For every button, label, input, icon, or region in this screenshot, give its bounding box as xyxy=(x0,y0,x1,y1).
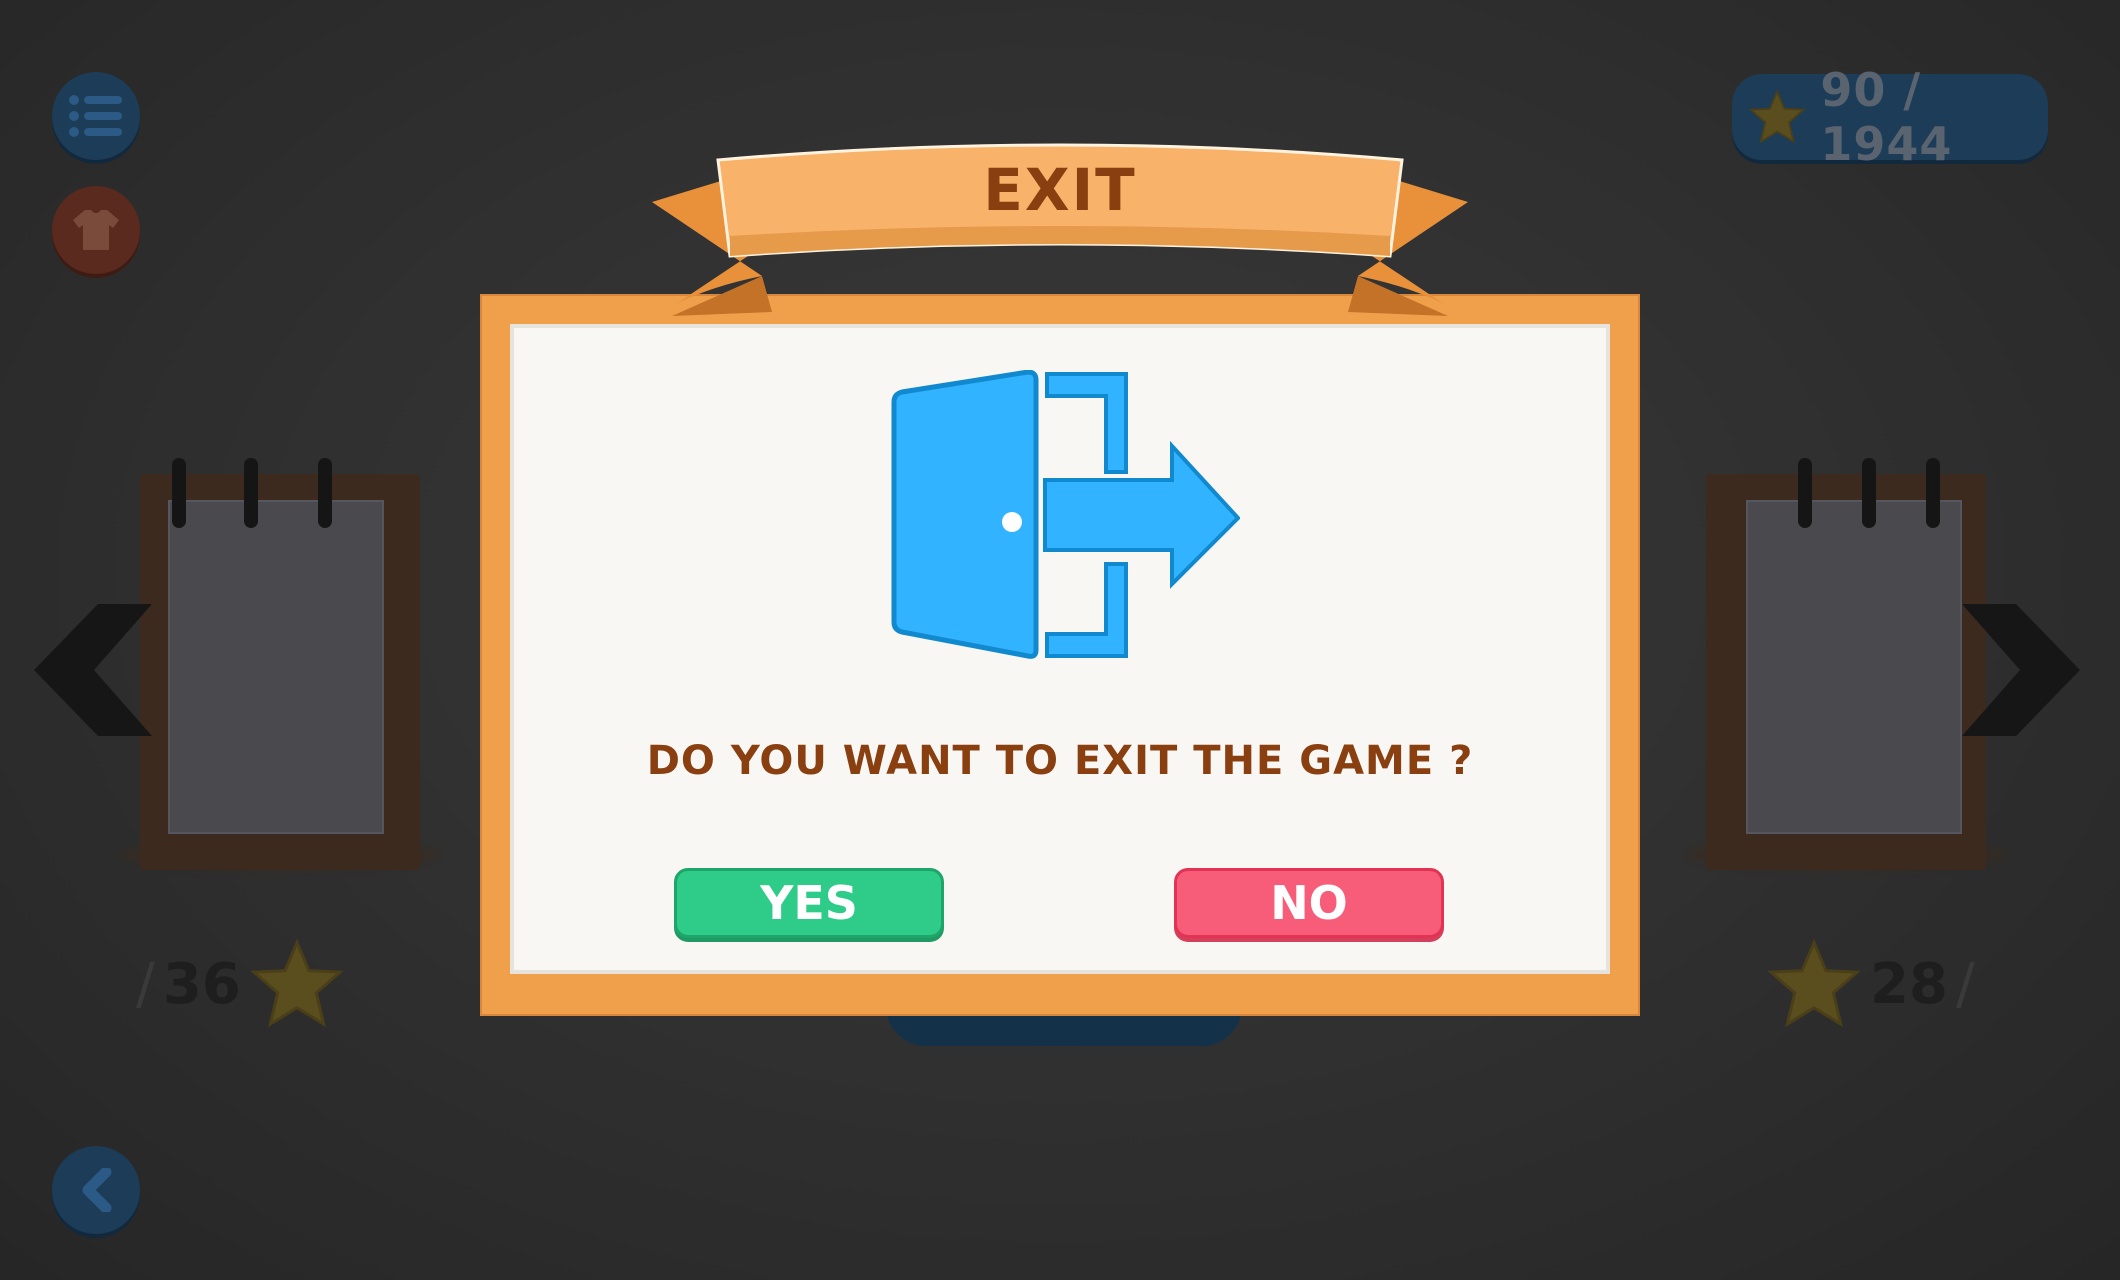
notebook-page xyxy=(168,500,384,834)
dialog-title-ribbon: EXIT xyxy=(652,136,1468,316)
shirt-button[interactable] xyxy=(52,186,140,274)
exit-door-icon xyxy=(891,370,1240,659)
notebook-page xyxy=(1746,500,1962,834)
level-notebook-right[interactable] xyxy=(1686,458,2006,870)
star-icon xyxy=(1748,89,1806,144)
yes-button[interactable]: YES xyxy=(674,868,944,938)
back-arrow-icon xyxy=(82,1168,112,1212)
star-counter: 90 / 1944 xyxy=(1732,63,2048,171)
previous-arrow-icon[interactable] xyxy=(34,604,154,736)
exit-question: DO YOU WANT TO EXIT THE GAME ? xyxy=(646,738,1474,784)
next-arrow-icon[interactable] xyxy=(1960,604,2080,736)
level-score-left: / 36 xyxy=(136,938,345,1030)
dialog-title: EXIT xyxy=(983,156,1137,224)
back-button[interactable] xyxy=(52,1146,140,1234)
score-value: 36 xyxy=(162,951,241,1017)
score-value: 28 xyxy=(1870,951,1948,1017)
level-score-right: 28 / xyxy=(1766,938,1975,1030)
shirt-icon xyxy=(73,210,119,250)
no-button[interactable]: NO xyxy=(1174,868,1444,938)
menu-button[interactable] xyxy=(52,72,140,160)
score-slash: / xyxy=(1955,951,1975,1017)
star-icon xyxy=(250,938,344,1028)
score-slash: / xyxy=(136,951,155,1017)
menu-icon xyxy=(69,95,122,137)
star-total-text: 90 / 1944 xyxy=(1820,63,1953,171)
level-notebook-left[interactable] xyxy=(120,458,440,870)
star-icon xyxy=(1767,938,1861,1028)
